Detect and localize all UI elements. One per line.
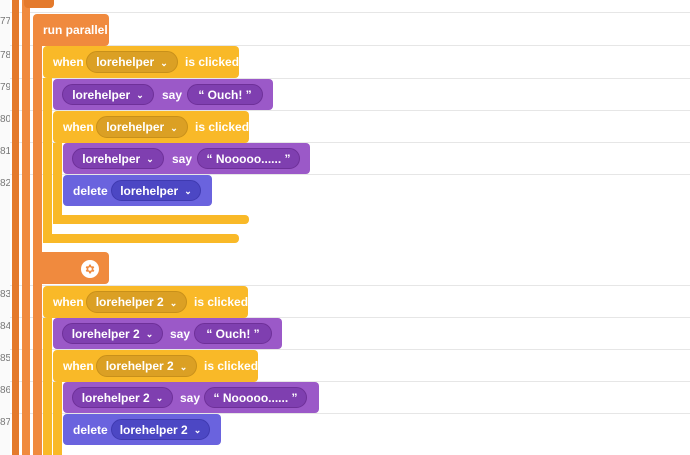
when-label: when: [63, 120, 94, 134]
sprite-dropdown[interactable]: lorehelper 2 ⌄: [72, 387, 173, 408]
when-clicked-block[interactable]: when lorehelper 2 ⌄ is clicked: [43, 286, 248, 318]
outer-block-rail: [12, 0, 19, 455]
say-text-input[interactable]: “ Nooooo...... ”: [197, 148, 300, 169]
run-parallel-block[interactable]: run parallel: [33, 14, 109, 46]
sprite-dropdown[interactable]: lorehelper ⌄: [86, 51, 178, 73]
when-label: when: [53, 295, 84, 309]
gear-icon[interactable]: [81, 260, 99, 278]
sprite-dropdown[interactable]: lorehelper 2 ⌄: [96, 355, 197, 377]
sprite-dropdown[interactable]: lorehelper 2 ⌄: [111, 419, 210, 440]
say-label: say: [172, 152, 193, 166]
sprite-name: lorehelper 2: [119, 422, 188, 437]
say-block[interactable]: lorehelper ⌄ say “ Ouch! ”: [53, 79, 273, 110]
sprite-name: lorehelper 2: [105, 359, 174, 373]
say-label: say: [180, 391, 201, 405]
say-text-input[interactable]: “ Nooooo...... ”: [204, 387, 307, 408]
event-label: is clicked: [204, 359, 259, 373]
sprite-name: lorehelper: [82, 151, 141, 166]
event-label: is clicked: [185, 55, 240, 69]
when-clicked-block[interactable]: when lorehelper ⌄ is clicked: [53, 111, 249, 143]
chevron-down-icon: ⌄: [179, 361, 188, 372]
when-block-rail: [53, 143, 62, 223]
when-clicked-block[interactable]: when lorehelper ⌄ is clicked: [43, 46, 239, 78]
run-parallel-rail-lower: [33, 284, 42, 455]
say-label: say: [162, 88, 183, 102]
sprite-name: lorehelper: [96, 55, 155, 69]
top-block-stub: [24, 0, 54, 8]
chevron-down-icon: ⌄: [145, 329, 154, 339]
delete-label: delete: [73, 184, 108, 198]
line-number: 80: [0, 114, 10, 125]
event-label: is clicked: [194, 295, 249, 309]
line-number: 77: [0, 16, 10, 27]
line-number: 86: [0, 385, 10, 396]
line-number: 81: [0, 146, 10, 157]
when-block-bottom: [53, 215, 249, 224]
sprite-name: lorehelper 2: [81, 390, 150, 405]
sprite-name: lorehelper: [106, 120, 165, 134]
delete-block[interactable]: delete lorehelper ⌄: [63, 175, 212, 206]
say-block[interactable]: lorehelper 2 ⌄ say “ Nooooo...... ”: [63, 382, 319, 413]
sprite-dropdown[interactable]: lorehelper ⌄: [96, 116, 188, 138]
sprite-dropdown[interactable]: lorehelper 2 ⌄: [86, 291, 187, 313]
say-label: say: [170, 327, 191, 341]
run-parallel-rail: [33, 40, 42, 284]
when-label: when: [63, 359, 94, 373]
when-label: when: [53, 55, 84, 69]
when-block-rail: [53, 382, 62, 455]
line-number: 82: [0, 178, 10, 189]
event-label: is clicked: [195, 120, 250, 134]
chevron-down-icon: ⌄: [155, 393, 164, 403]
line-number: 84: [0, 321, 10, 332]
line-number: 79: [0, 82, 10, 93]
delete-label: delete: [73, 423, 108, 437]
sprite-dropdown[interactable]: lorehelper ⌄: [62, 84, 154, 105]
outer-block-rail: [22, 0, 30, 455]
say-text-input[interactable]: “ Ouch! ”: [194, 323, 272, 344]
chevron-down-icon: ⌄: [169, 297, 178, 308]
sprite-dropdown[interactable]: lorehelper ⌄: [111, 180, 201, 201]
chevron-down-icon: ⌄: [170, 122, 178, 133]
say-block[interactable]: lorehelper 2 ⌄ say “ Ouch! ”: [53, 318, 282, 349]
line-number: 87: [0, 417, 10, 428]
chevron-down-icon: ⌄: [160, 57, 168, 68]
say-block[interactable]: lorehelper ⌄ say “ Nooooo...... ”: [63, 143, 310, 174]
say-text-input[interactable]: “ Ouch! ”: [187, 84, 263, 105]
chevron-down-icon: ⌄: [136, 90, 144, 100]
line-number: 83: [0, 289, 10, 300]
delete-block[interactable]: delete lorehelper 2 ⌄: [63, 414, 221, 445]
sprite-name: lorehelper 2: [95, 295, 164, 309]
sprite-name: lorehelper: [72, 87, 131, 102]
run-parallel-label: run parallel: [43, 23, 108, 37]
sprite-name: lorehelper 2: [71, 326, 140, 341]
line-number: 78: [0, 50, 10, 61]
chevron-down-icon: ⌄: [184, 186, 192, 196]
when-block-rail: [43, 318, 52, 455]
sprite-name: lorehelper: [120, 183, 179, 198]
chevron-down-icon: ⌄: [146, 154, 154, 164]
when-clicked-block[interactable]: when lorehelper 2 ⌄ is clicked: [53, 350, 258, 382]
sprite-dropdown[interactable]: lorehelper ⌄: [72, 148, 164, 169]
line-number: 85: [0, 353, 10, 364]
when-block-bottom: [43, 234, 239, 243]
chevron-down-icon: ⌄: [193, 425, 202, 435]
sprite-dropdown[interactable]: lorehelper 2 ⌄: [62, 323, 163, 344]
when-block-rail: [43, 78, 52, 240]
